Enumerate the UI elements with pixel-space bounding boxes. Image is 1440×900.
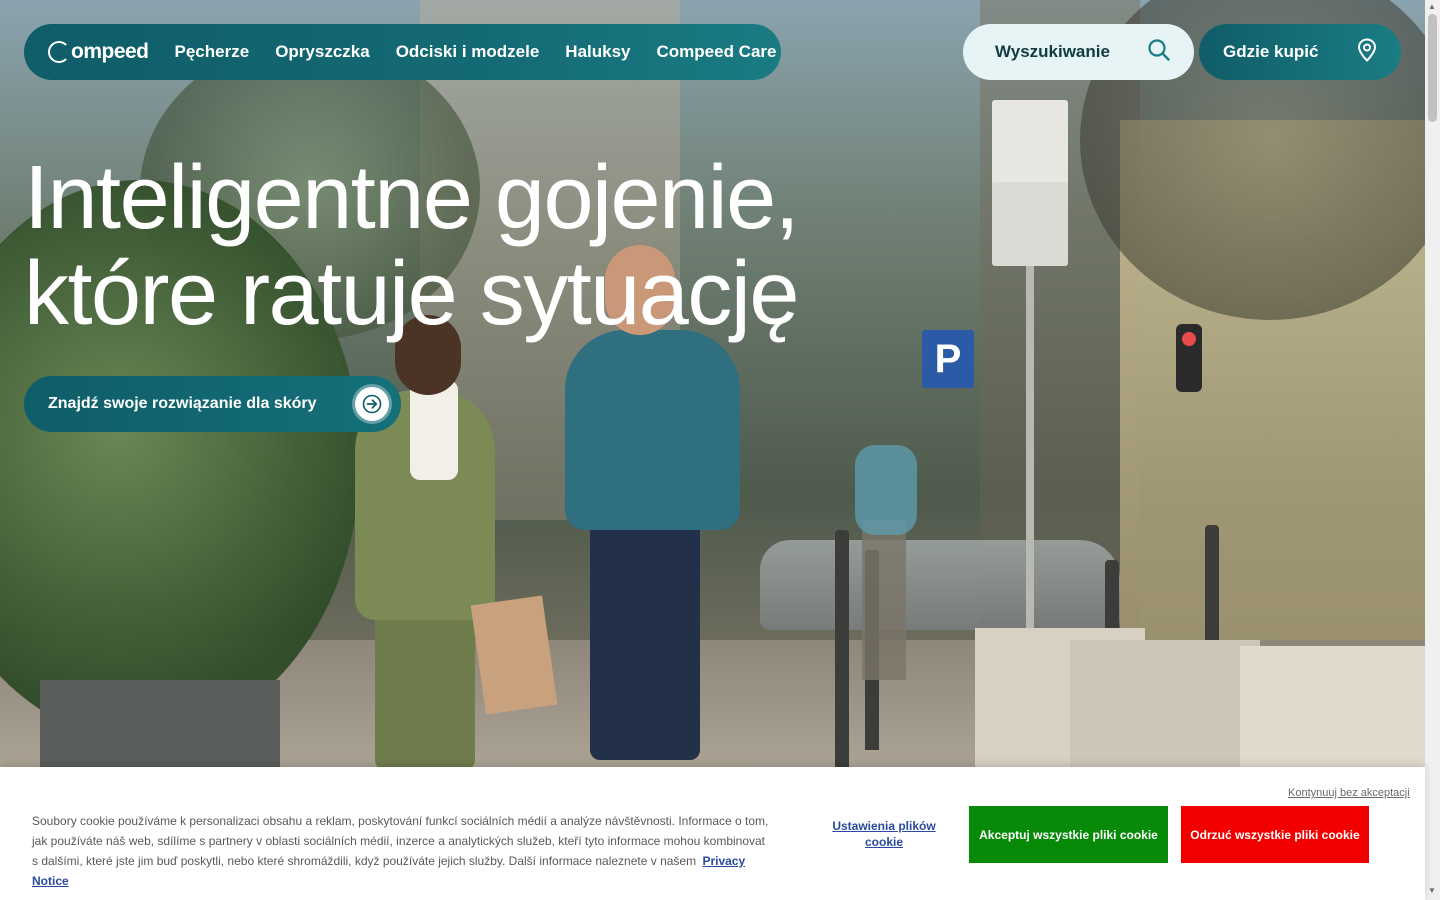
nav-item-compeed-care[interactable]: Compeed Care [657,42,777,62]
cookie-description: Soubory cookie používáme k personalizaci… [32,811,772,891]
hero-title-line-2: które ratuje sytuację [24,244,799,344]
person-woman [410,380,458,480]
where-to-buy-button[interactable]: Gdzie kupić [1199,24,1401,80]
person-man [590,500,700,760]
logo-c-mark [48,41,70,63]
search-button[interactable]: Wyszukiwanie [963,24,1194,80]
location-pin-icon [1357,37,1377,67]
scroll-up-arrow-icon[interactable]: ▲ [1428,2,1436,11]
cookie-settings-button[interactable]: Ustawienia plików cookie [826,818,942,850]
traffic-light [1176,324,1202,392]
search-icon [1148,38,1170,66]
hero-background-image: P [0,0,1425,900]
bollard [835,530,849,770]
person-background [862,520,906,680]
continue-without-accepting-link[interactable]: Kontynuuj bez akceptacji [1288,787,1410,799]
page-scrollbar[interactable]: ▲ ▼ [1425,0,1440,900]
nav-item-odciski[interactable]: Odciski i modzele [396,42,540,62]
nav-item-pecherze[interactable]: Pęcherze [175,42,250,62]
cookie-description-text: Soubory cookie používáme k personalizaci… [32,814,769,868]
arrow-right-icon [355,387,389,421]
planter [40,680,280,780]
scroll-down-arrow-icon[interactable]: ▼ [1428,886,1436,895]
main-navigation: ompeed Pęcherze Opryszczka Odciski i mod… [24,24,781,80]
search-label: Wyszukiwanie [995,42,1110,61]
reject-all-cookies-button[interactable]: Odrzuć wszystkie pliki cookie [1181,806,1369,863]
sign-pole [1026,260,1034,640]
street-sign [992,100,1068,190]
parked-car [760,540,1120,630]
compeed-logo[interactable]: ompeed [48,40,149,64]
concrete-block [1070,640,1260,780]
person-woman [375,600,475,770]
scrollbar-thumb[interactable] [1428,14,1437,122]
find-solution-button[interactable]: Znajdź swoje rozwiązanie dla skóry [24,376,401,432]
shopping-bag [470,595,558,715]
bollard [1205,525,1219,645]
cta-label: Znajdź swoje rozwiązanie dla skóry [48,395,317,412]
person-man [565,330,740,530]
logo-text: ompeed [71,40,149,63]
concrete-block [1240,646,1425,780]
person-background [855,445,917,535]
accept-all-cookies-button[interactable]: Akceptuj wszystkie pliki cookie [969,806,1168,863]
nav-item-haluksy[interactable]: Haluksy [565,42,630,62]
where-to-buy-label: Gdzie kupić [1223,42,1319,61]
hero-title: Inteligentne gojenie, które ratuje sytua… [24,150,904,342]
parking-sign: P [922,330,974,388]
street-sign [992,182,1068,266]
hero-title-line-1: Inteligentne gojenie, [24,148,800,248]
cookie-banner: Kontynuuj bez akceptacji Soubory cookie … [0,767,1425,900]
nav-item-opryszczka[interactable]: Opryszczka [275,42,370,62]
